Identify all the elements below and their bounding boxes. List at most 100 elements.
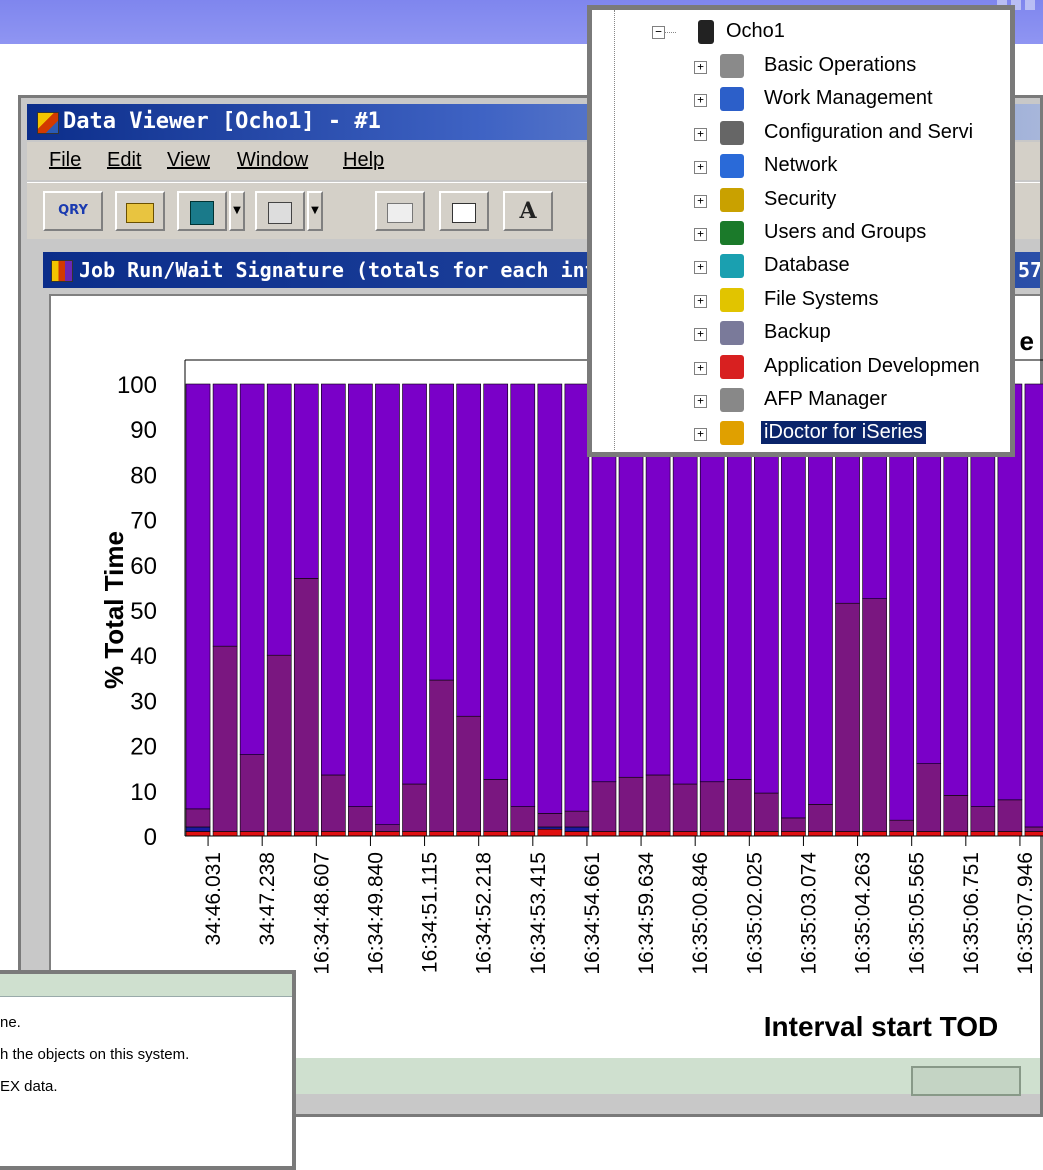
menu-help[interactable]: Help: [343, 149, 384, 172]
bar-segment: [699, 781, 725, 832]
query-icon: QRY: [58, 203, 88, 218]
tree-item[interactable]: + iDoctor for iSeries: [592, 419, 1012, 449]
bar-segment: [754, 831, 779, 837]
save-dropdown-button[interactable]: ▼: [229, 191, 245, 231]
x-tick-label: 16:35:05.565: [906, 852, 929, 975]
bar-segment: [212, 645, 238, 832]
expand-toggle[interactable]: +: [694, 94, 707, 108]
expand-toggle[interactable]: +: [694, 61, 707, 74]
bar-segment: [375, 824, 400, 832]
scrollbar-thumb[interactable]: [911, 1066, 1021, 1096]
x-tick-label: 16:35:03.074: [797, 852, 820, 975]
x-tick-label: 34:47.238: [256, 852, 279, 945]
expand-toggle[interactable]: +: [694, 261, 707, 275]
copy-button[interactable]: [439, 191, 489, 231]
tree-item-label: Backup: [764, 321, 831, 344]
dialog-fragment: ne. h the objects on this system. EX dat…: [0, 970, 296, 1170]
expand-toggle[interactable]: +: [694, 228, 707, 241]
expand-toggle[interactable]: +: [694, 361, 707, 375]
users-groups-icon: [720, 221, 744, 245]
bar-segment: [402, 783, 427, 832]
y-tick-label: 90: [130, 417, 157, 444]
y-tick-label: 80: [130, 462, 157, 489]
y-tick-label: 30: [130, 688, 157, 715]
bar-segment: [321, 831, 346, 837]
tree-item-label: Basic Operations: [764, 54, 917, 76]
y-tick-label: 60: [130, 553, 157, 580]
expand-toggle[interactable]: +: [694, 428, 707, 442]
tree-item[interactable]: + Users and Groups: [592, 219, 1012, 249]
y-tick-label: 50: [130, 598, 157, 625]
menu-view[interactable]: View: [167, 149, 210, 172]
bar-segment: [943, 795, 969, 832]
tree-item-label: Work Management: [764, 87, 933, 110]
menu-file[interactable]: File: [49, 149, 81, 172]
tree-item[interactable]: + Backup: [592, 319, 1012, 349]
bar-segment: [754, 792, 779, 832]
floppy-disk-icon: [190, 201, 214, 225]
properties-dropdown-button[interactable]: ▼: [307, 191, 323, 231]
bar-segment: [726, 831, 752, 837]
expand-toggle[interactable]: +: [694, 127, 707, 141]
copy-icon: [452, 203, 476, 223]
bar-segment: [997, 831, 1023, 837]
query-button[interactable]: QRY: [43, 191, 103, 231]
tree-root-row[interactable]: − Ocho1: [592, 18, 1012, 48]
bar-segment: [510, 806, 536, 832]
bar-segment: [943, 831, 969, 837]
bar-segment: [375, 831, 400, 837]
work-management-icon: [720, 87, 744, 112]
x-tick-label: 34:46.031: [202, 852, 225, 945]
x-tick-label: 16:35:00.846: [689, 852, 712, 975]
tree-item[interactable]: + Basic Operations: [592, 52, 1012, 82]
bar-segment: [348, 383, 373, 807]
bar-segment: [564, 383, 590, 812]
tree-item[interactable]: + AFP Manager: [592, 386, 1012, 416]
bar-segment: [808, 831, 833, 837]
open-button[interactable]: [115, 191, 165, 231]
bar-segment: [321, 383, 346, 776]
tree-item-label: Network: [764, 154, 838, 177]
bar-segment: [375, 383, 400, 826]
tree-item[interactable]: + File Systems: [592, 286, 1012, 316]
menu-edit[interactable]: Edit: [107, 149, 141, 172]
bar-segment: [429, 679, 454, 832]
tree-item[interactable]: + Work Management: [592, 85, 1012, 115]
y-tick-label: 40: [130, 643, 157, 670]
bar-segment: [862, 598, 887, 832]
bar-segment: [456, 383, 481, 717]
bar-segment: [185, 826, 211, 832]
bar-segment: [970, 831, 996, 837]
system-icon: [698, 20, 714, 44]
bar-segment: [456, 715, 481, 832]
tree-item[interactable]: + Application Developmen: [592, 353, 1012, 383]
y-tick-label: 100: [117, 372, 157, 399]
bar-segment: [293, 383, 319, 579]
tree-item[interactable]: + Network: [592, 152, 1012, 182]
expand-toggle[interactable]: +: [694, 294, 707, 308]
bar-segment: [564, 831, 590, 837]
bar-segment: [889, 819, 914, 832]
properties-button[interactable]: [255, 191, 305, 231]
bar-segment: [645, 774, 671, 832]
expand-toggle[interactable]: +: [694, 395, 707, 408]
bar-segment: [510, 831, 536, 837]
expand-toggle[interactable]: +: [694, 161, 707, 175]
tree-item[interactable]: + Security: [592, 186, 1012, 216]
bar-segment: [239, 383, 265, 755]
bar-segment: [808, 804, 833, 832]
bar-segment: [1024, 831, 1043, 837]
expand-toggle[interactable]: +: [694, 194, 707, 208]
bar-segment: [456, 831, 481, 837]
x-tick-label: 16:35:04.263: [852, 852, 875, 975]
tree-item[interactable]: + Database: [592, 252, 1012, 282]
bar-segment: [483, 779, 509, 832]
font-button[interactable]: A: [503, 191, 553, 231]
expand-toggle[interactable]: +: [694, 328, 707, 342]
menu-window[interactable]: Window: [237, 149, 308, 172]
layout-button[interactable]: [375, 191, 425, 231]
tree-item[interactable]: + Configuration and Servi: [592, 119, 1012, 149]
save-button[interactable]: [177, 191, 227, 231]
graph-window-title-tail: 57: [1018, 258, 1040, 282]
bar-segment: [348, 806, 373, 832]
